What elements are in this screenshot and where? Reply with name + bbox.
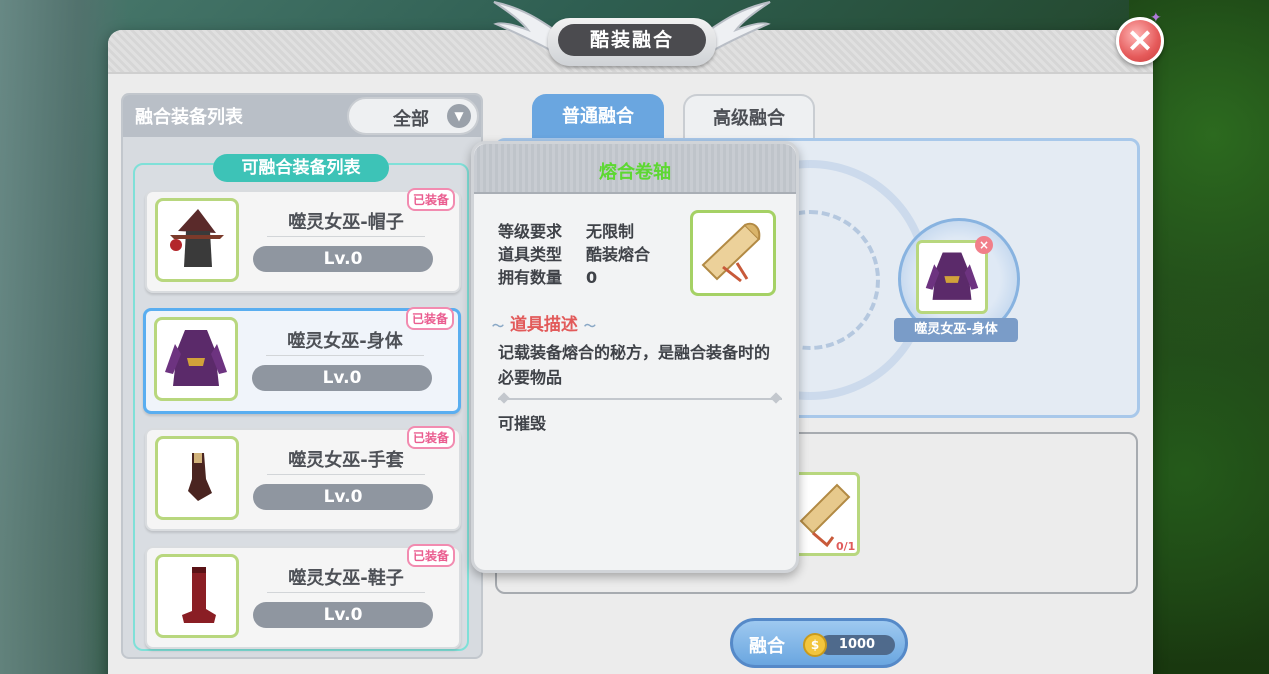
list-item[interactable]: 噬灵女巫-身体 Lv.0 已装备 <box>143 307 461 414</box>
close-icon: × <box>1125 20 1155 60</box>
diamond-icon <box>770 392 782 404</box>
equipment-thumbnail <box>155 198 239 282</box>
remove-icon[interactable]: × <box>975 236 993 254</box>
diamond-icon <box>498 392 510 404</box>
divider <box>267 474 425 475</box>
filter-selected: 全部 <box>393 109 429 130</box>
description-title-text: 道具描述 <box>509 315 578 335</box>
witch-dress-icon <box>165 330 227 386</box>
row-value: 酷装熔合 <box>586 245 651 264</box>
filter-dropdown[interactable]: 全部 ▼ <box>347 97 479 135</box>
tooltip-header: 熔合卷轴 <box>474 144 796 194</box>
witch-hat-icon <box>170 209 224 267</box>
list-item[interactable]: 噬灵女巫-手套 Lv.0 已装备 <box>145 426 461 531</box>
tooltip-row-level: 等级要求 无限制 <box>498 218 634 242</box>
equipment-thumbnail <box>155 554 239 638</box>
panel-header: 融合装备列表 全部 ▼ <box>123 95 481 137</box>
tooltip-item-icon <box>690 210 776 296</box>
sparkle-icon: ✦ <box>1150 10 1162 26</box>
tab-normal-fusion[interactable]: 普通融合 <box>532 94 664 140</box>
divider <box>267 236 425 237</box>
coin-icon: $ <box>803 633 827 657</box>
equipment-name: 噬灵女巫-身体 <box>287 331 403 352</box>
list-item[interactable]: 噬灵女巫-帽子 Lv.0 已装备 <box>145 188 461 293</box>
witch-glove-icon <box>188 453 212 501</box>
equipment-thumbnail <box>154 317 238 401</box>
tooltip-row-owned: 拥有数量 0 <box>498 264 597 288</box>
tab-advanced-fusion[interactable]: 高级融合 <box>683 94 815 140</box>
window-title: 酷装融合 <box>558 24 706 56</box>
equipment-level: Lv.0 <box>253 246 433 272</box>
witch-dress-icon <box>925 252 979 300</box>
fuse-button[interactable]: 融合 1000 $ <box>730 618 908 668</box>
row-key: 道具类型 <box>498 245 563 264</box>
equipment-name: 噬灵女巫-鞋子 <box>288 568 404 589</box>
equipment-thumbnail <box>155 436 239 520</box>
fusable-list-title: 可融合装备列表 <box>213 154 389 182</box>
row-key: 等级要求 <box>498 222 563 241</box>
wave-icon: ～ <box>583 319 596 333</box>
equipment-level: Lv.0 <box>253 602 433 628</box>
witch-boot-icon <box>182 567 216 623</box>
destroyable-note: 可摧毁 <box>498 414 547 433</box>
equipment-level: Lv.0 <box>253 484 433 510</box>
equipment-name: 噬灵女巫-手套 <box>288 450 404 471</box>
equipped-badge: 已装备 <box>405 307 454 330</box>
equipment-name: 噬灵女巫-帽子 <box>288 212 404 233</box>
tooltip-row-type: 道具类型 酷装熔合 <box>498 241 650 265</box>
row-key: 拥有数量 <box>498 268 563 287</box>
equipped-badge: 已装备 <box>406 544 455 567</box>
item-tooltip: 熔合卷轴 等级要求 无限制 道具类型 酷装熔合 拥有数量 0 ～ 道具描述 ～ 记载装… <box>471 141 799 573</box>
list-item[interactable]: 噬灵女巫-鞋子 Lv.0 已装备 <box>145 544 461 649</box>
result-label: 噬灵女巫-身体 <box>894 318 1018 342</box>
material-count: 0/1 <box>836 540 856 553</box>
divider <box>266 355 424 356</box>
window-title-plate: 酷装融合 <box>548 18 716 66</box>
panel-title: 融合装备列表 <box>135 107 243 128</box>
equipped-badge: 已装备 <box>406 426 455 449</box>
equipped-badge: 已装备 <box>406 188 455 211</box>
tooltip-title: 熔合卷轴 <box>599 162 671 183</box>
description-text: 记载装备熔合的秘方，是融合装备时的必要物品 <box>498 343 771 387</box>
row-value: 0 <box>586 268 598 287</box>
chevron-down-icon: ▼ <box>447 104 471 128</box>
scroll-icon <box>701 222 761 283</box>
divider <box>498 392 782 404</box>
description-title: ～ 道具描述 ～ <box>492 310 596 335</box>
cost-value: 1000 <box>819 635 895 655</box>
divider <box>267 592 425 593</box>
equipment-level: Lv.0 <box>252 365 432 391</box>
row-value: 无限制 <box>586 222 635 241</box>
wave-icon: ～ <box>492 319 505 333</box>
fuse-label: 融合 <box>749 636 785 657</box>
